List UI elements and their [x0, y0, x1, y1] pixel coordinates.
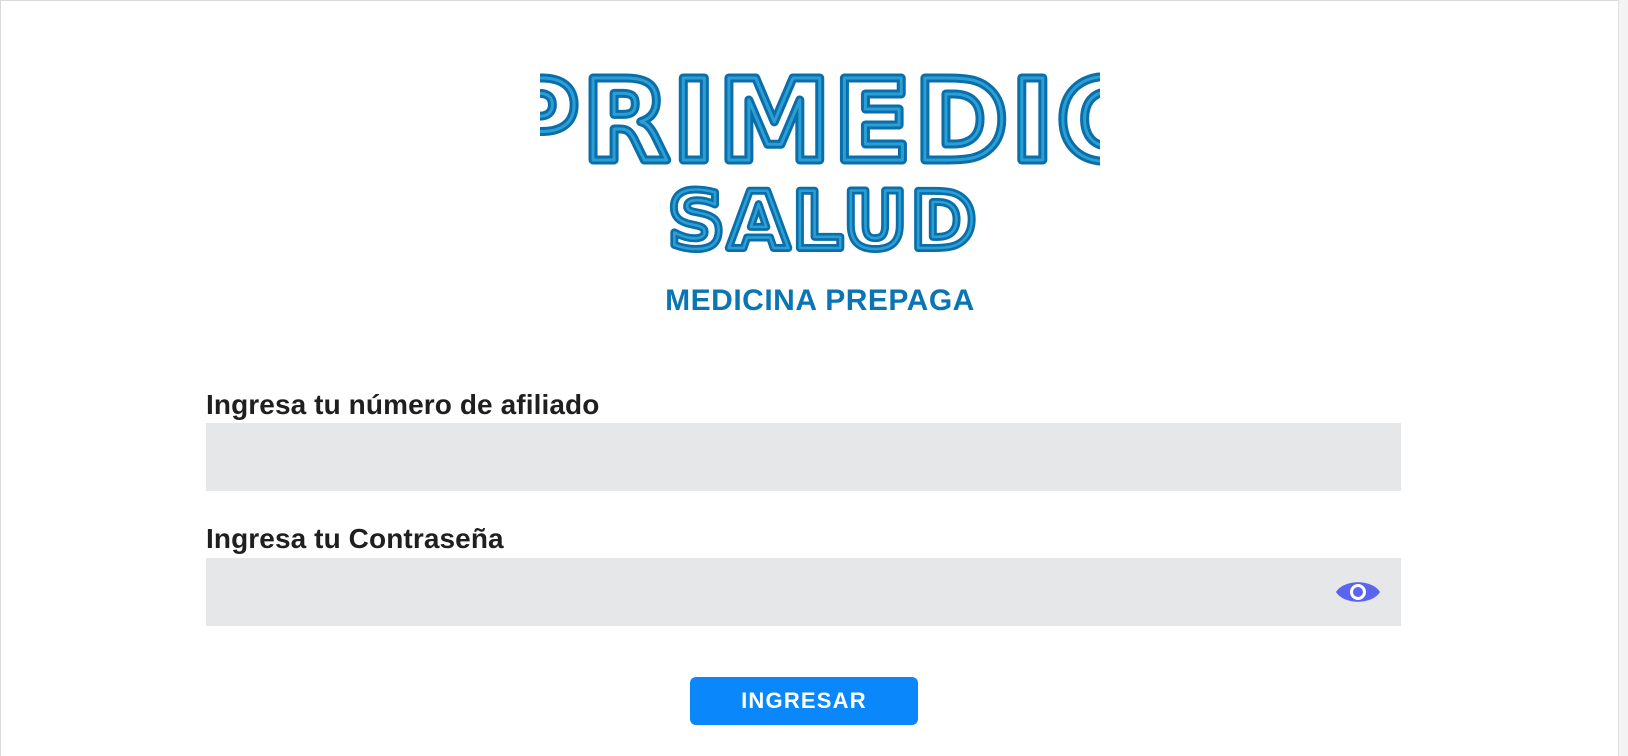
logo-line-2-inner: SALUD [668, 177, 980, 267]
password-input[interactable] [206, 558, 1401, 626]
afiliado-label: Ingresa tu número de afiliado [206, 389, 600, 420]
scrollbar[interactable] [1618, 0, 1628, 756]
primedic-logo: PRIMEDIC PRIMEDIC SALUD SALUD MEDICINA P… [540, 58, 1100, 318]
password-label: Ingresa tu Contraseña [206, 523, 504, 554]
logo-tagline: MEDICINA PREPAGA [665, 284, 975, 317]
afiliado-input[interactable] [206, 423, 1401, 491]
eye-icon[interactable] [1334, 576, 1382, 608]
logo-line-1-inner: PRIMEDIC [540, 58, 1100, 187]
primedic-logo-image: PRIMEDIC PRIMEDIC SALUD SALUD MEDICINA P… [540, 58, 1100, 317]
ingresar-button[interactable]: INGRESAR [690, 677, 918, 725]
